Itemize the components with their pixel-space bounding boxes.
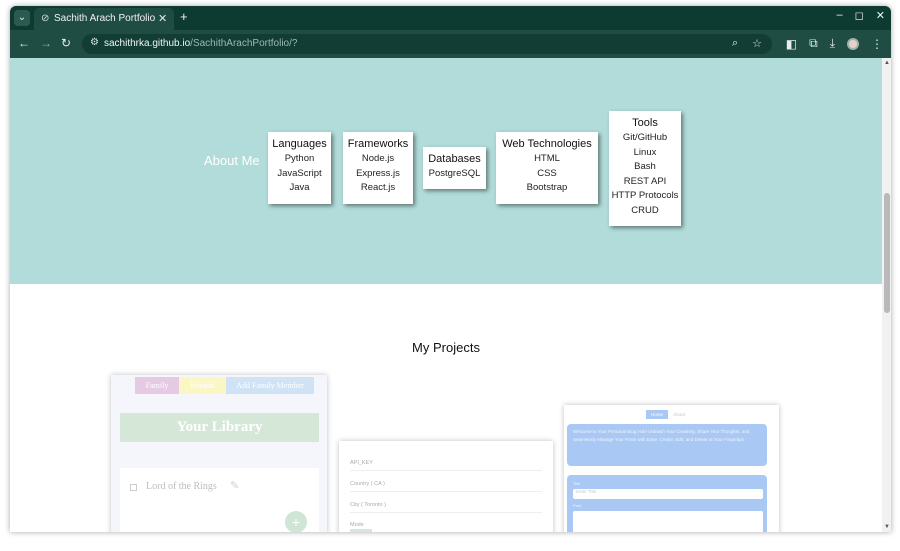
browser-tab[interactable]: ⊘ Sachith Arach Portfolio ✕ <box>34 8 174 30</box>
card-title: Databases <box>428 153 481 165</box>
card-title: Frameworks <box>347 138 409 150</box>
divider <box>350 512 542 513</box>
library-tab-add-member: Add Family Member <box>226 377 314 394</box>
library-item: Lord of the Rings ✎ + <box>120 468 319 532</box>
form-label: Title <box>573 481 581 486</box>
card-item: Java <box>289 182 310 193</box>
project-preview-library[interactable]: Family Friends Add Family Member Your Li… <box>111 375 327 532</box>
tab-strip: ⌄ ⊘ Sachith Arach Portfolio ✕ + – ◻ ✕ <box>10 6 891 30</box>
card-item: CRUD <box>631 204 659 216</box>
post-textarea <box>573 511 763 532</box>
project-preview-blog[interactable]: Home About Welcome to Your Personal Blog… <box>564 405 779 532</box>
profile-avatar[interactable] <box>847 37 859 50</box>
card-item: Bash <box>634 161 656 172</box>
window-close-button[interactable]: ✕ <box>876 9 885 22</box>
back-arrow-icon[interactable]: ← <box>18 36 30 50</box>
blog-post-form: Title Enter Title Post <box>567 475 767 532</box>
card-item: REST API <box>623 175 667 187</box>
download-icon[interactable]: ⤓ <box>830 36 835 51</box>
card-title: Tools <box>632 117 658 129</box>
about-title: About Me <box>204 153 260 168</box>
tab-search-button[interactable]: ⌄ <box>14 10 30 26</box>
blog-welcome-text: Welcome to Your Personal Blog Hub! Unlea… <box>567 424 767 466</box>
scroll-up-arrow-icon[interactable]: ▲ <box>884 60 890 66</box>
add-fab-button: + <box>285 511 307 532</box>
browser-window: ⌄ ⊘ Sachith Arach Portfolio ✕ + – ◻ ✕ ← … <box>10 6 891 532</box>
new-tab-button[interactable]: + <box>180 10 188 24</box>
reload-icon[interactable]: ↻ <box>61 36 71 50</box>
skill-card-tools: Tools Git/GitHub Linux Bash REST API HTT… <box>609 111 681 226</box>
weather-field-label: Mode <box>350 522 364 528</box>
form-label: Post <box>573 503 582 508</box>
page-viewport: About Me Languages Python JavaScript Jav… <box>10 58 891 532</box>
maximize-button[interactable]: ◻ <box>855 9 864 22</box>
skill-card-frameworks: Frameworks Node.js Express.js React.js <box>343 132 413 204</box>
address-bar[interactable]: ⚙ sachithrka.github.io/SachithArachPortf… <box>82 34 772 54</box>
forward-arrow-icon[interactable]: → <box>40 36 52 50</box>
card-item: Linux <box>633 146 657 158</box>
card-item: React.js <box>360 182 396 193</box>
about-section: About Me Languages Python JavaScript Jav… <box>10 58 882 284</box>
card-item: Python <box>284 153 315 164</box>
skill-card-databases: Databases PostgreSQL <box>423 147 486 189</box>
pencil-icon: ✎ <box>230 480 240 492</box>
skill-card-web-technologies: Web Technologies HTML CSS Bootstrap <box>496 132 598 204</box>
menu-kebab-icon[interactable]: ⋮ <box>871 37 883 51</box>
weather-field-label: API_KEY <box>350 460 373 466</box>
project-preview-weather[interactable]: API_KEY Country ( CA ) City ( Toronto ) … <box>339 441 553 532</box>
card-item: HTTP Protocols <box>611 190 679 201</box>
scroll-down-arrow-icon[interactable]: ▼ <box>884 524 890 530</box>
projects-title: My Projects <box>412 340 480 355</box>
checkbox-icon <box>130 484 137 491</box>
zoom-icon[interactable]: ⌕ <box>732 37 738 50</box>
card-item: PostgreSQL <box>428 168 481 179</box>
card-item: JavaScript <box>277 167 322 179</box>
skill-card-languages: Languages Python JavaScript Java <box>268 132 331 204</box>
library-heading: Your Library <box>120 413 319 442</box>
weather-field-label: Country ( CA ) <box>350 481 385 487</box>
card-item: Node.js <box>361 153 395 164</box>
blog-tab-about: About <box>673 412 685 417</box>
title-input: Enter Title <box>573 489 763 499</box>
bookmark-star-icon[interactable]: ☆ <box>752 37 762 50</box>
site-info-icon[interactable]: ⚙ <box>90 37 99 48</box>
card-title: Languages <box>272 138 327 150</box>
library-item-title: Lord of the Rings <box>146 481 217 492</box>
library-tab-family: Family <box>135 377 179 394</box>
globe-icon: ⊘ <box>41 13 50 24</box>
card-title: Web Technologies <box>502 138 592 150</box>
card-item: HTML <box>534 153 560 164</box>
mode-selector <box>350 529 372 532</box>
scrollbar-thumb[interactable] <box>884 193 890 313</box>
url-text[interactable]: sachithrka.github.io/SachithArachPortfol… <box>104 38 297 49</box>
minimize-button[interactable]: – <box>837 9 843 22</box>
card-item: CSS <box>537 167 557 179</box>
card-item: Git/GitHub <box>622 132 668 143</box>
blog-tab-home: Home <box>646 410 668 419</box>
tab-close-icon[interactable]: ✕ <box>158 12 167 25</box>
divider <box>350 470 542 471</box>
tab-title: Sachith Arach Portfolio <box>54 13 156 24</box>
browser-toolbar: ← → ↻ ⚙ sachithrka.github.io/SachithArac… <box>10 30 891 58</box>
weather-field-label: City ( Toronto ) <box>350 502 386 508</box>
extension-icon[interactable]: ◧ <box>786 37 797 51</box>
window-controls: – ◻ ✕ <box>837 9 885 22</box>
divider <box>350 491 542 492</box>
puzzle-icon[interactable]: ⧉ <box>809 36 818 51</box>
page-scrollbar[interactable]: ▲ ▼ <box>882 58 891 532</box>
card-item: Express.js <box>356 167 400 179</box>
library-tab-friends: Friends <box>179 377 226 394</box>
card-item: Bootstrap <box>526 182 568 193</box>
